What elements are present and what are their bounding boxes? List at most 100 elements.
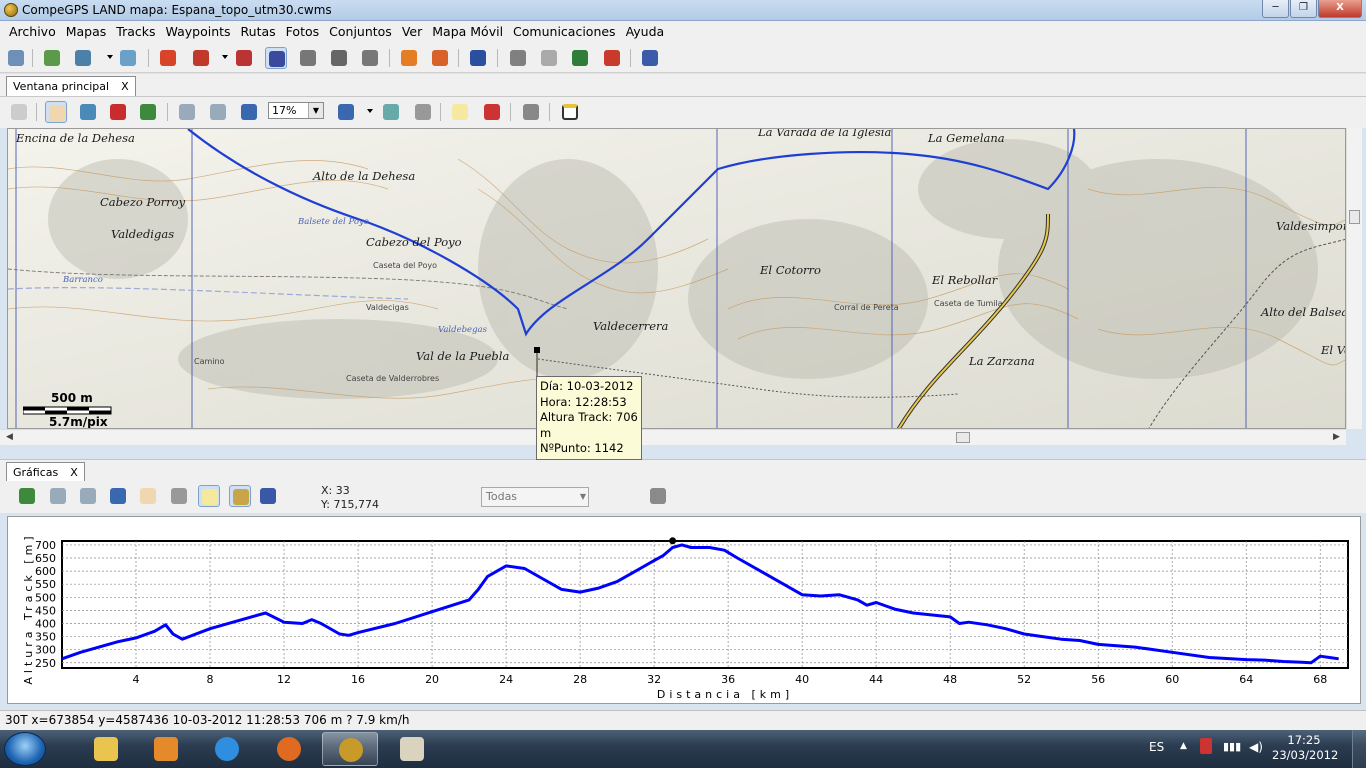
map-label: El Rebollar	[932, 273, 998, 287]
tab-graficas[interactable]: Gráficas X	[6, 462, 85, 482]
zoom-level-select[interactable]: 17% ▼	[268, 102, 324, 119]
map-small-label: Caseta de Valderrobres	[346, 374, 440, 383]
graph-fit-button[interactable]	[107, 485, 129, 507]
graph-tooltip-button[interactable]	[198, 485, 220, 507]
dropdown-arrow-icon[interactable]	[107, 55, 113, 59]
volume-icon[interactable]: ◀)	[1249, 740, 1263, 754]
undo-button[interactable]	[467, 47, 489, 69]
graph-zoom-track-button[interactable]	[168, 485, 190, 507]
menu-comunicaciones[interactable]: Comunicaciones	[508, 21, 621, 43]
gps-button[interactable]	[507, 47, 529, 69]
route-button[interactable]	[601, 47, 623, 69]
minimize-button[interactable]: ─	[1262, 0, 1289, 18]
taskbar-internet-explorer[interactable]	[199, 732, 255, 766]
print-graph-button[interactable]	[647, 485, 669, 507]
map-horizontal-scrollbar[interactable]: ◀ ▶	[0, 429, 1346, 445]
taskbar-firefox[interactable]	[261, 732, 317, 766]
maximize-button[interactable]: ❐	[1290, 0, 1317, 18]
map-label: Valdedigas	[111, 227, 175, 241]
menu-waypoints[interactable]: Waypoints	[161, 21, 236, 43]
tray-app-icon[interactable]	[1200, 738, 1212, 754]
pin-button[interactable]	[107, 101, 129, 123]
dropdown-arrow-icon[interactable]	[367, 109, 373, 113]
track-profile-button[interactable]	[265, 47, 287, 69]
pause-button[interactable]	[359, 47, 381, 69]
pan-hand-button[interactable]	[45, 101, 67, 123]
taskbar-compegps[interactable]	[322, 732, 378, 766]
menu-mapa-movil[interactable]: Mapa Móvil	[427, 21, 508, 43]
tooltip-button[interactable]	[449, 101, 471, 123]
cursor-marker	[669, 537, 677, 545]
measure-button[interactable]	[481, 101, 503, 123]
track-open-button[interactable]	[157, 47, 179, 69]
menu-ver[interactable]: Ver	[397, 21, 427, 43]
taskbar-explorer[interactable]	[78, 732, 134, 766]
graph-pan-button[interactable]	[137, 485, 159, 507]
tab-ventana-principal[interactable]: Ventana principal X	[6, 76, 136, 96]
zoom-out-button[interactable]	[176, 101, 198, 123]
menu-ayuda[interactable]: Ayuda	[621, 21, 670, 43]
map-download-button[interactable]	[117, 47, 139, 69]
new-window-button[interactable]	[559, 101, 581, 123]
elevation-chart[interactable]: 250 300 350 400 450 500 550 600 650 700 4 8 12 16 20 24…	[7, 516, 1361, 704]
menu-fotos[interactable]: Fotos	[281, 21, 324, 43]
close-tab-icon[interactable]: X	[70, 466, 78, 479]
track-tools-button[interactable]	[190, 47, 212, 69]
network-icon[interactable]: ▮▮▮	[1223, 740, 1241, 753]
series-select[interactable]: Todas ▼	[481, 487, 589, 507]
excel-export-button[interactable]	[569, 47, 591, 69]
graph-zoom-out-button[interactable]	[47, 485, 69, 507]
play-button[interactable]	[328, 47, 350, 69]
menu-mapas[interactable]: Mapas	[61, 21, 112, 43]
map-layers-button[interactable]	[77, 101, 99, 123]
waypoint-tools-button[interactable]	[429, 47, 451, 69]
zoom-track-button[interactable]	[412, 101, 434, 123]
language-indicator[interactable]: ES	[1149, 740, 1164, 754]
chevron-down-icon[interactable]: ▼	[308, 103, 323, 118]
camera-button[interactable]	[520, 101, 542, 123]
graph-zoom-in-button[interactable]	[77, 485, 99, 507]
close-button[interactable]: X	[1318, 0, 1362, 18]
taskbar-media-player[interactable]	[138, 732, 194, 766]
menu-rutas[interactable]: Rutas	[236, 21, 281, 43]
scroll-right-icon[interactable]: ▶	[1333, 432, 1340, 442]
close-tab-icon[interactable]: X	[121, 80, 129, 93]
dropdown-arrow-icon[interactable]	[222, 55, 228, 59]
fit-window-icon	[338, 104, 354, 120]
menu-archivo[interactable]: Archivo	[4, 21, 61, 43]
taskbar-paint[interactable]	[384, 732, 440, 766]
graph-ruler-button[interactable]	[229, 485, 251, 507]
toolbar-separator	[440, 103, 441, 121]
gps-send-button[interactable]	[538, 47, 560, 69]
system-clock[interactable]: 17:25 23/03/2012	[1272, 733, 1338, 763]
refresh-button[interactable]	[238, 101, 260, 123]
show-desktop-button[interactable]	[1352, 730, 1366, 768]
map-view[interactable]: Encina de la Dehesa Alto de la Dehesa Ca…	[7, 128, 1346, 429]
zoom-in-button[interactable]	[207, 101, 229, 123]
zoom-100-button[interactable]	[8, 101, 30, 123]
layers-icon	[80, 104, 96, 120]
track-edit-button[interactable]	[233, 47, 255, 69]
start-button[interactable]	[4, 732, 46, 766]
graph-3d-button[interactable]	[16, 485, 38, 507]
map-vertical-scrollbar[interactable]	[1346, 128, 1362, 429]
scroll-thumb[interactable]	[956, 432, 970, 443]
view-3d-button[interactable]	[137, 101, 159, 123]
stop-button[interactable]	[297, 47, 319, 69]
map-tools-button[interactable]	[72, 47, 94, 69]
waypoint-button[interactable]	[398, 47, 420, 69]
tooltip-point-number: NºPunto: 1142	[540, 441, 624, 455]
scroll-thumb[interactable]	[1349, 210, 1360, 224]
scroll-left-icon[interactable]: ◀	[6, 432, 13, 442]
show-hidden-icons[interactable]: ▲	[1180, 741, 1187, 751]
fit-window-button[interactable]	[335, 101, 357, 123]
overview-button[interactable]	[380, 101, 402, 123]
shop-button[interactable]	[639, 47, 661, 69]
chevron-down-icon[interactable]: ▼	[580, 488, 586, 506]
open-project-button[interactable]	[5, 47, 27, 69]
printer-icon	[650, 488, 666, 504]
graph-time-axis-button[interactable]	[257, 485, 279, 507]
open-map-button[interactable]	[41, 47, 63, 69]
menu-conjuntos[interactable]: Conjuntos	[324, 21, 397, 43]
menu-tracks[interactable]: Tracks	[111, 21, 160, 43]
